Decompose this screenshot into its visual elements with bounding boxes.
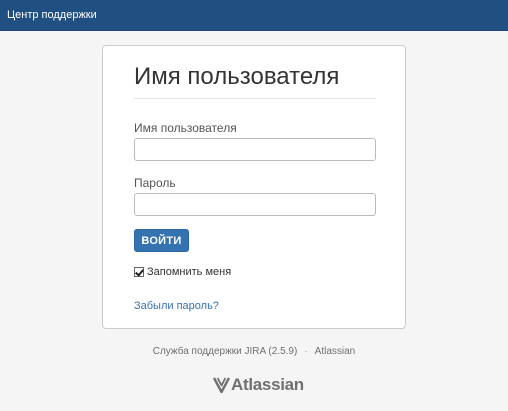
remember-me-row[interactable]: Запомнить меня: [134, 265, 231, 279]
login-heading: Имя пользователя: [134, 63, 340, 90]
atlassian-logo-text: Atlassian: [231, 375, 304, 394]
top-navigation-bar: Центр поддержки: [0, 0, 508, 31]
heading-divider: [134, 98, 376, 99]
remember-me-checkbox[interactable]: [134, 267, 144, 277]
footer-product-version: Служба поддержки JIRA (2.5.9): [152, 346, 298, 357]
forgot-password-link[interactable]: Забыли пароль?: [134, 299, 219, 313]
username-label: Имя пользователя: [134, 121, 237, 135]
login-button[interactable]: ВОЙТИ: [134, 229, 189, 252]
atlassian-footer-link[interactable]: Atlassian: [315, 346, 356, 357]
atlassian-logo-icon: [213, 376, 230, 394]
footer-separator: ·: [304, 346, 308, 357]
password-input[interactable]: [134, 193, 376, 216]
atlassian-logo: Atlassian: [213, 375, 304, 395]
remember-me-label[interactable]: Запомнить меня: [147, 265, 231, 279]
footer: Служба поддержки JIRA (2.5.9) · Atlassian: [0, 346, 508, 358]
username-input[interactable]: [134, 138, 376, 161]
login-panel: Имя пользователя Имя пользователя Пароль…: [102, 45, 406, 329]
password-label: Пароль: [134, 176, 176, 190]
help-center-link[interactable]: Центр поддержки: [7, 9, 97, 22]
